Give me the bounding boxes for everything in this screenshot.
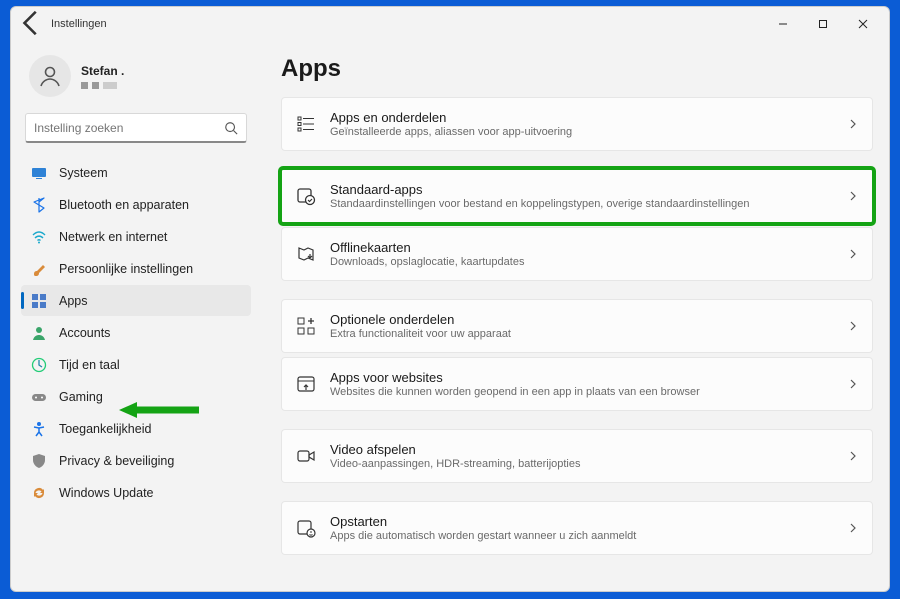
sidebar-item-bluetooth[interactable]: Bluetooth en apparaten (21, 189, 251, 220)
person-icon (31, 325, 47, 341)
sidebar-item-label: Netwerk en internet (59, 230, 167, 244)
nav-list: Systeem Bluetooth en apparaten Netwerk e… (21, 157, 251, 508)
card-desc: Standaardinstellingen voor bestand en ko… (330, 198, 834, 210)
apps-icon (31, 293, 47, 309)
close-button[interactable] (843, 10, 883, 38)
card-apps-websites[interactable]: Apps voor websites Websites die kunnen w… (281, 357, 873, 411)
list-icon (296, 114, 316, 134)
card-standaard-apps[interactable]: Standaard-apps Standaardinstellingen voo… (281, 169, 873, 223)
card-opstarten[interactable]: Opstarten Apps die automatisch worden ge… (281, 501, 873, 555)
sidebar-item-label: Toegankelijkheid (59, 422, 151, 436)
card-title: Apps en onderdelen (330, 110, 834, 125)
chevron-right-icon (848, 321, 858, 331)
globe-clock-icon (31, 357, 47, 373)
card-title: Standaard-apps (330, 182, 834, 197)
card-desc: Websites die kunnen worden geopend in ee… (330, 386, 834, 398)
sidebar-item-label: Gaming (59, 390, 103, 404)
sidebar-item-update[interactable]: Windows Update (21, 477, 251, 508)
window-open-icon (296, 374, 316, 394)
card-title: Offlinekaarten (330, 240, 834, 255)
card-desc: Apps die automatisch worden gestart wann… (330, 530, 834, 542)
sidebar-item-label: Apps (59, 294, 88, 308)
search-input[interactable] (34, 121, 224, 135)
sidebar: Stefan . Systeem Bluetooth en apparaten (11, 41, 261, 591)
sidebar-item-systeem[interactable]: Systeem (21, 157, 251, 188)
profile-name: Stefan . (81, 64, 124, 78)
profile-block[interactable]: Stefan . (21, 45, 251, 111)
sidebar-item-label: Bluetooth en apparaten (59, 198, 189, 212)
sidebar-item-gaming[interactable]: Gaming (21, 381, 251, 412)
card-title: Opstarten (330, 514, 834, 529)
map-download-icon (296, 244, 316, 264)
avatar (29, 55, 71, 97)
sidebar-item-label: Persoonlijke instellingen (59, 262, 193, 276)
maximize-button[interactable] (803, 10, 843, 38)
sidebar-item-label: Systeem (59, 166, 108, 180)
chevron-right-icon (848, 191, 858, 201)
bluetooth-icon (31, 197, 47, 213)
search-box[interactable] (25, 113, 247, 143)
card-desc: Downloads, opslaglocatie, kaartupdates (330, 256, 834, 268)
shield-icon (31, 453, 47, 469)
sidebar-item-label: Windows Update (59, 486, 154, 500)
card-offlinekaarten[interactable]: Offlinekaarten Downloads, opslaglocatie,… (281, 227, 873, 281)
search-icon (224, 121, 238, 135)
card-desc: Geïnstalleerde apps, aliassen voor app-u… (330, 126, 834, 138)
settings-window: Instellingen Stefan . (10, 6, 890, 592)
window-title: Instellingen (51, 18, 107, 30)
chevron-right-icon (848, 379, 858, 389)
sidebar-item-apps[interactable]: Apps (21, 285, 251, 316)
default-apps-icon (296, 186, 316, 206)
minimize-button[interactable] (763, 10, 803, 38)
back-button[interactable] (17, 8, 47, 41)
sidebar-item-label: Tijd en taal (59, 358, 120, 372)
sidebar-item-toegankelijkheid[interactable]: Toegankelijkheid (21, 413, 251, 444)
sidebar-item-persoonlijk[interactable]: Persoonlijke instellingen (21, 253, 251, 284)
startup-icon (296, 518, 316, 538)
card-title: Optionele onderdelen (330, 312, 834, 327)
card-video[interactable]: Video afspelen Video-aanpassingen, HDR-s… (281, 429, 873, 483)
accessibility-icon (31, 421, 47, 437)
chevron-right-icon (848, 249, 858, 259)
card-desc: Extra functionaliteit voor uw apparaat (330, 328, 834, 340)
update-icon (31, 485, 47, 501)
wifi-icon (31, 229, 47, 245)
chevron-right-icon (848, 523, 858, 533)
sidebar-item-label: Privacy & beveiliging (59, 454, 174, 468)
sidebar-item-privacy[interactable]: Privacy & beveiliging (21, 445, 251, 476)
title-bar: Instellingen (11, 7, 889, 41)
video-icon (296, 446, 316, 466)
display-icon (31, 165, 47, 181)
gamepad-icon (31, 389, 47, 405)
card-apps-onderdelen[interactable]: Apps en onderdelen Geïnstalleerde apps, … (281, 97, 873, 151)
main-content: Apps Apps en onderdelen Geïnstalleerde a… (261, 41, 889, 591)
sidebar-item-netwerk[interactable]: Netwerk en internet (21, 221, 251, 252)
chevron-right-icon (848, 451, 858, 461)
chevron-right-icon (848, 119, 858, 129)
grid-plus-icon (296, 316, 316, 336)
profile-meta (81, 82, 124, 89)
page-title: Apps (281, 55, 873, 83)
brush-icon (31, 261, 47, 277)
card-title: Video afspelen (330, 442, 834, 457)
card-desc: Video-aanpassingen, HDR-streaming, batte… (330, 458, 834, 470)
card-title: Apps voor websites (330, 370, 834, 385)
sidebar-item-label: Accounts (59, 326, 110, 340)
sidebar-item-tijd[interactable]: Tijd en taal (21, 349, 251, 380)
card-optionele[interactable]: Optionele onderdelen Extra functionalite… (281, 299, 873, 353)
sidebar-item-accounts[interactable]: Accounts (21, 317, 251, 348)
